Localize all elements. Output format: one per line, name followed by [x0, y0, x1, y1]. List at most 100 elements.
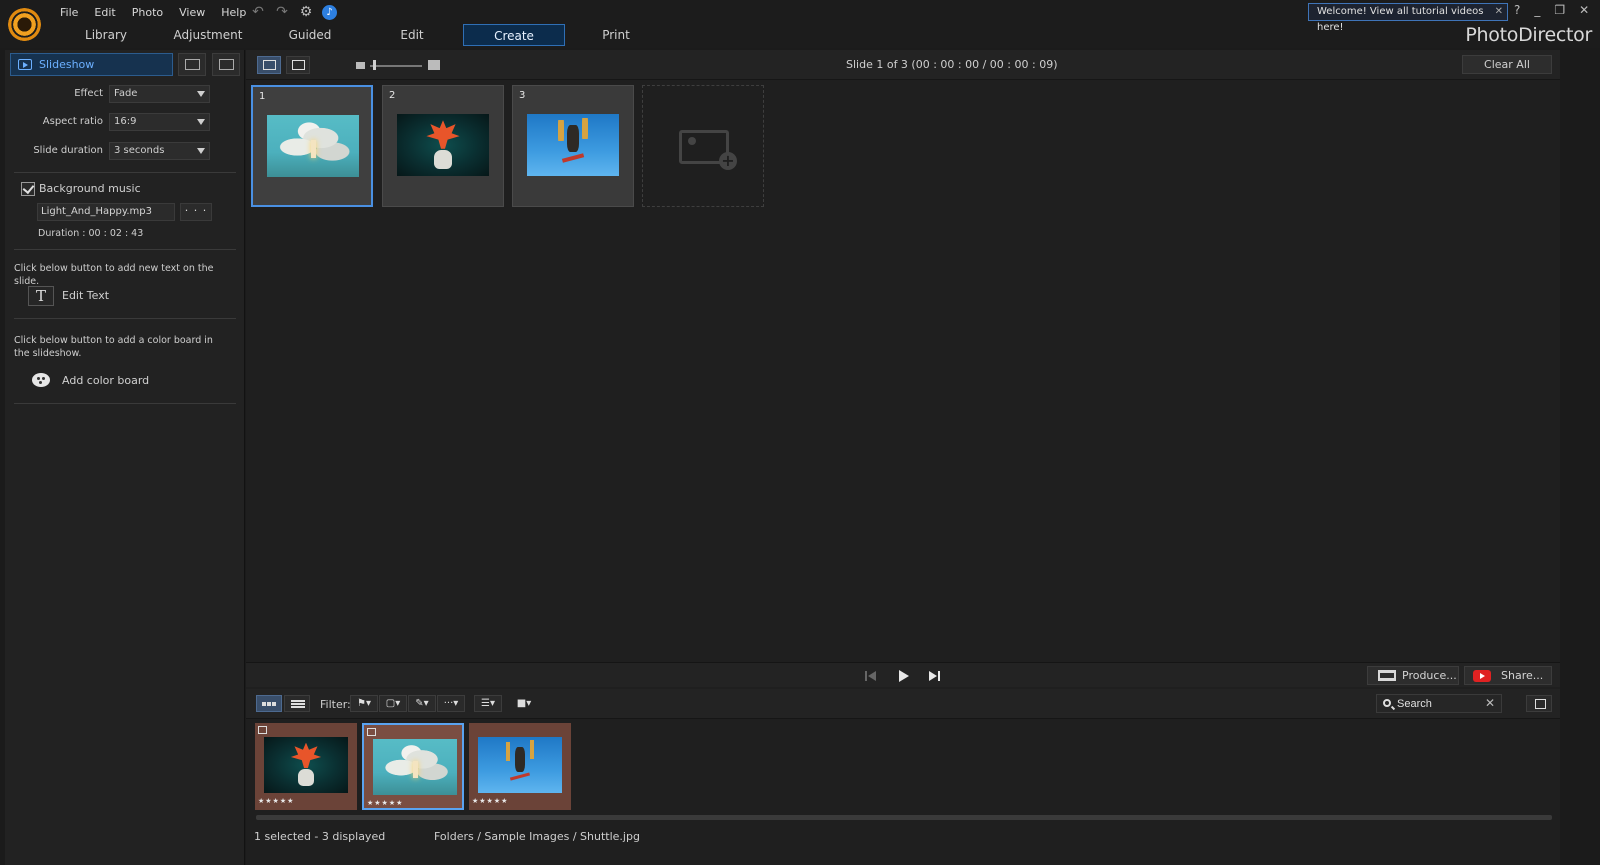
preview-view-button[interactable]: [286, 56, 310, 74]
slide-info: Slide 1 of 3 (00 : 00 : 00 / 00 : 00 : 0…: [846, 58, 1058, 71]
playback-bar: Produce... Share...: [246, 662, 1560, 687]
popout-icon[interactable]: [1526, 695, 1552, 712]
text-icon[interactable]: T: [28, 286, 54, 306]
edit-filter-button[interactable]: ✎▾: [408, 695, 436, 712]
add-color-board-button[interactable]: Add color board: [62, 374, 149, 387]
app-logo-icon[interactable]: [8, 8, 41, 41]
plus-icon: +: [719, 152, 737, 170]
slide-duration-row: Slide duration 3 seconds: [5, 142, 245, 162]
filter-label: Filter:: [320, 698, 351, 711]
welcome-banner[interactable]: Welcome! View all tutorial videos here! …: [1308, 3, 1508, 33]
tiles-icon: [262, 702, 266, 706]
notification-icon[interactable]: ♪: [322, 4, 337, 20]
effect-select[interactable]: Fade: [109, 85, 210, 103]
tab-edit[interactable]: Edit: [361, 24, 463, 46]
zoom-in-icon[interactable]: [428, 60, 440, 70]
tab-adjustment[interactable]: Adjustment: [157, 24, 259, 46]
filmstrip-item[interactable]: ★★★★★: [362, 723, 464, 810]
divider: [14, 403, 236, 404]
aspect-ratio-select[interactable]: 16:9: [109, 113, 210, 131]
menu-help[interactable]: Help: [213, 4, 254, 21]
star-rating[interactable]: ★★★★★: [472, 797, 508, 805]
slide-storyboard: 1 2 3 +: [246, 82, 1560, 708]
collage-button[interactable]: [212, 53, 240, 76]
slide-thumbnail-skater: [527, 114, 619, 176]
more-filter-button[interactable]: ···▾: [437, 695, 465, 712]
undo-icon[interactable]: ↶: [250, 4, 266, 20]
slide-card[interactable]: 3: [512, 85, 634, 207]
menu-edit[interactable]: Edit: [86, 4, 123, 21]
search-box[interactable]: ✕: [1376, 694, 1502, 713]
thumbnail-view-button[interactable]: [256, 695, 282, 712]
gif-creator-button[interactable]: [178, 53, 206, 76]
aspect-ratio-row: Aspect ratio 16:9: [5, 113, 245, 133]
close-icon[interactable]: ✕: [1495, 4, 1503, 20]
palette-icon[interactable]: [28, 370, 54, 390]
select-menu-button[interactable]: ■▾: [512, 695, 536, 712]
clear-search-icon[interactable]: ✕: [1485, 696, 1495, 710]
share-button[interactable]: Share...: [1464, 666, 1552, 685]
storyboard-icon: [263, 60, 276, 70]
menu-photo[interactable]: Photo: [124, 4, 171, 21]
star-rating[interactable]: ★★★★★: [258, 797, 294, 805]
produce-label: Produce...: [1402, 669, 1457, 682]
browse-music-button[interactable]: · · ·: [180, 203, 212, 221]
window-controls: ? _ ❐ ✕: [1514, 3, 1589, 17]
slide-number: 2: [389, 90, 396, 101]
redo-icon[interactable]: ↷: [274, 4, 290, 20]
film-icon: [1378, 670, 1396, 681]
background-music-checkbox[interactable]: [21, 182, 35, 196]
effect-row: Effect Fade: [5, 85, 245, 105]
slide-number: 3: [519, 90, 526, 101]
divider: [14, 249, 236, 250]
storyboard-view-button[interactable]: [257, 56, 281, 74]
edit-text-button[interactable]: Edit Text: [62, 289, 109, 302]
zoom-slider[interactable]: [370, 65, 422, 67]
restore-icon[interactable]: ❐: [1554, 3, 1565, 17]
slide-duration-select[interactable]: 3 seconds: [109, 142, 210, 160]
slideshow-tab[interactable]: Slideshow: [10, 53, 173, 76]
slideshow-label: Slideshow: [39, 58, 95, 71]
filmstrip-scrollbar[interactable]: [256, 815, 1552, 820]
star-rating[interactable]: ★★★★★: [367, 799, 403, 807]
menu-view[interactable]: View: [171, 4, 213, 21]
tab-create[interactable]: Create: [463, 24, 565, 46]
play-icon[interactable]: [896, 669, 910, 683]
aspect-ratio-label: Aspect ratio: [42, 116, 103, 127]
filmstrip-item[interactable]: ★★★★★: [255, 723, 357, 810]
add-slide-slot[interactable]: +: [642, 85, 764, 207]
status-bar: 1 selected - 3 displayed Folders / Sampl…: [246, 825, 1560, 845]
clear-all-button[interactable]: Clear All: [1462, 55, 1552, 74]
tab-guided[interactable]: Guided: [259, 24, 361, 46]
filmstrip-item[interactable]: ★★★★★: [469, 723, 571, 810]
tab-library[interactable]: Library: [55, 24, 157, 46]
zoom-slider-thumb[interactable]: [373, 60, 376, 70]
slide-card[interactable]: 2: [382, 85, 504, 207]
gear-icon[interactable]: ⚙: [298, 4, 314, 20]
previous-icon[interactable]: [865, 669, 879, 683]
youtube-icon: [1473, 670, 1491, 682]
slide-number: 1: [259, 91, 266, 102]
chevron-down-icon: [197, 148, 205, 154]
music-file-field[interactable]: Light_And_Happy.mp3: [37, 203, 175, 221]
produce-button[interactable]: Produce...: [1367, 666, 1459, 685]
menu-file[interactable]: File: [52, 4, 86, 21]
title-bar: File Edit Photo View Help ↶ ↷ ⚙ ♪ Welcom…: [0, 0, 1600, 48]
tab-print[interactable]: Print: [565, 24, 667, 46]
color-filter-button[interactable]: ▢▾: [379, 695, 407, 712]
slide-card[interactable]: 1: [251, 85, 373, 207]
filmstrip-thumbnail-leaf: [264, 737, 348, 793]
filmstrip-thumbnail-skater: [478, 737, 562, 793]
minimize-icon[interactable]: _: [1534, 3, 1540, 17]
next-icon[interactable]: [929, 669, 943, 683]
search-input[interactable]: [1397, 696, 1481, 711]
sort-button[interactable]: ☰▾: [474, 695, 502, 712]
list-view-button[interactable]: [284, 695, 310, 712]
slide-thumbnail-shuttle: [267, 115, 359, 177]
music-duration: Duration : 00 : 02 : 43: [38, 228, 144, 239]
close-window-icon[interactable]: ✕: [1579, 3, 1589, 17]
flag-filter-button[interactable]: ⚑▾: [350, 695, 378, 712]
background-music-label: Background music: [39, 182, 141, 195]
help-icon[interactable]: ?: [1514, 3, 1520, 17]
zoom-out-icon[interactable]: [356, 62, 365, 69]
